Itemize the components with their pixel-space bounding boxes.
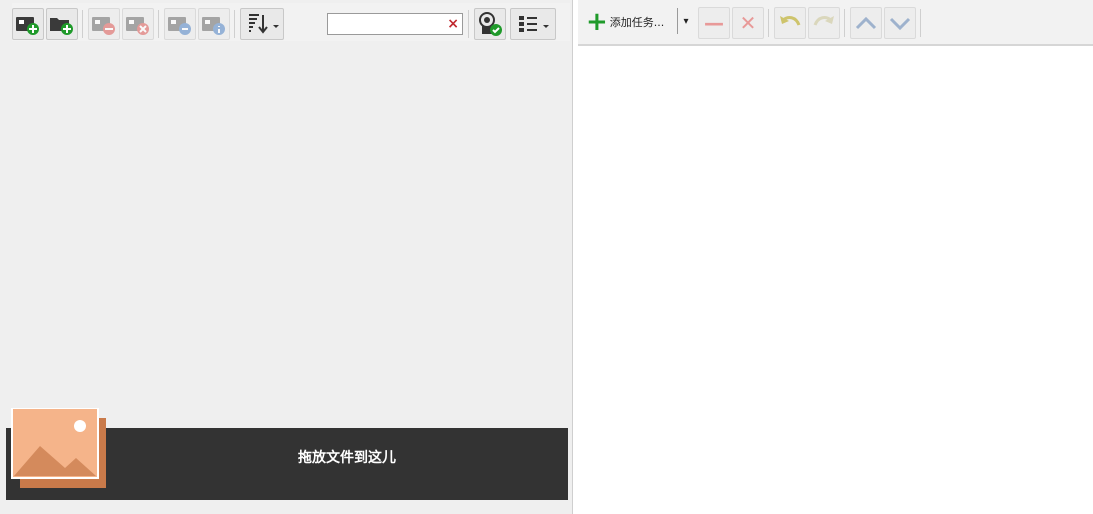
undo-button[interactable]: [774, 7, 806, 39]
chevron-up-icon: [855, 16, 877, 30]
left-toolbar: ×: [12, 3, 570, 41]
view-mode-button[interactable]: [510, 8, 556, 40]
task-list[interactable]: [574, 48, 1093, 514]
move-down-button[interactable]: [884, 7, 916, 39]
view-list-icon: [519, 16, 549, 32]
image-info-icon: [202, 17, 225, 35]
add-folder-button[interactable]: [46, 8, 78, 40]
image-settings-button[interactable]: [164, 8, 196, 40]
add-folder-icon: [50, 18, 73, 35]
preview-apply-icon: [479, 12, 502, 36]
remove-task-button[interactable]: —: [698, 7, 730, 39]
clear-images-icon: [126, 17, 149, 35]
toolbar-separator: [234, 10, 235, 38]
toolbar-separator: [768, 9, 769, 37]
chevron-down-icon: [889, 17, 911, 31]
redo-icon: [813, 16, 834, 26]
clear-images-button[interactable]: [122, 8, 154, 40]
toolbar-separator: [158, 10, 159, 38]
toolbar-separator: [920, 9, 921, 37]
image-settings-icon: [168, 17, 191, 35]
remove-image-button[interactable]: [88, 8, 120, 40]
caret-down-icon: ▾: [683, 15, 689, 27]
toolbar-separator: [82, 10, 83, 38]
add-image-button[interactable]: [12, 8, 44, 40]
file-list-pane[interactable]: × 拖放文件到这儿: [0, 0, 573, 514]
plus-icon: +: [586, 7, 608, 37]
search-box: ×: [327, 13, 463, 35]
add-image-icon: [16, 17, 39, 35]
minus-icon: —: [704, 11, 724, 35]
sort-icon: [249, 14, 279, 34]
preview-apply-button[interactable]: [474, 8, 506, 40]
add-task-button[interactable]: + 添加任务...: [586, 8, 664, 36]
toolbar-separator: [468, 10, 469, 38]
image-info-button[interactable]: [198, 8, 230, 40]
clear-tasks-button[interactable]: ✕: [732, 7, 764, 39]
redo-button[interactable]: [808, 7, 840, 39]
task-pane: + 添加任务... ▾ — ✕: [574, 0, 1093, 514]
sort-button[interactable]: [240, 8, 284, 40]
clear-search-icon[interactable]: ×: [447, 15, 459, 33]
add-task-dropdown[interactable]: ▾: [677, 8, 694, 34]
image-placeholder-icon: [11, 408, 106, 488]
close-icon: ✕: [739, 11, 757, 35]
search-input[interactable]: [331, 15, 447, 35]
move-up-button[interactable]: [850, 7, 882, 39]
undo-icon: [780, 16, 801, 26]
remove-image-icon: [92, 17, 115, 35]
toolbar-separator: [844, 9, 845, 37]
add-task-label: 添加任务...: [609, 16, 665, 29]
task-toolbar: + 添加任务... ▾ — ✕: [578, 0, 1093, 46]
